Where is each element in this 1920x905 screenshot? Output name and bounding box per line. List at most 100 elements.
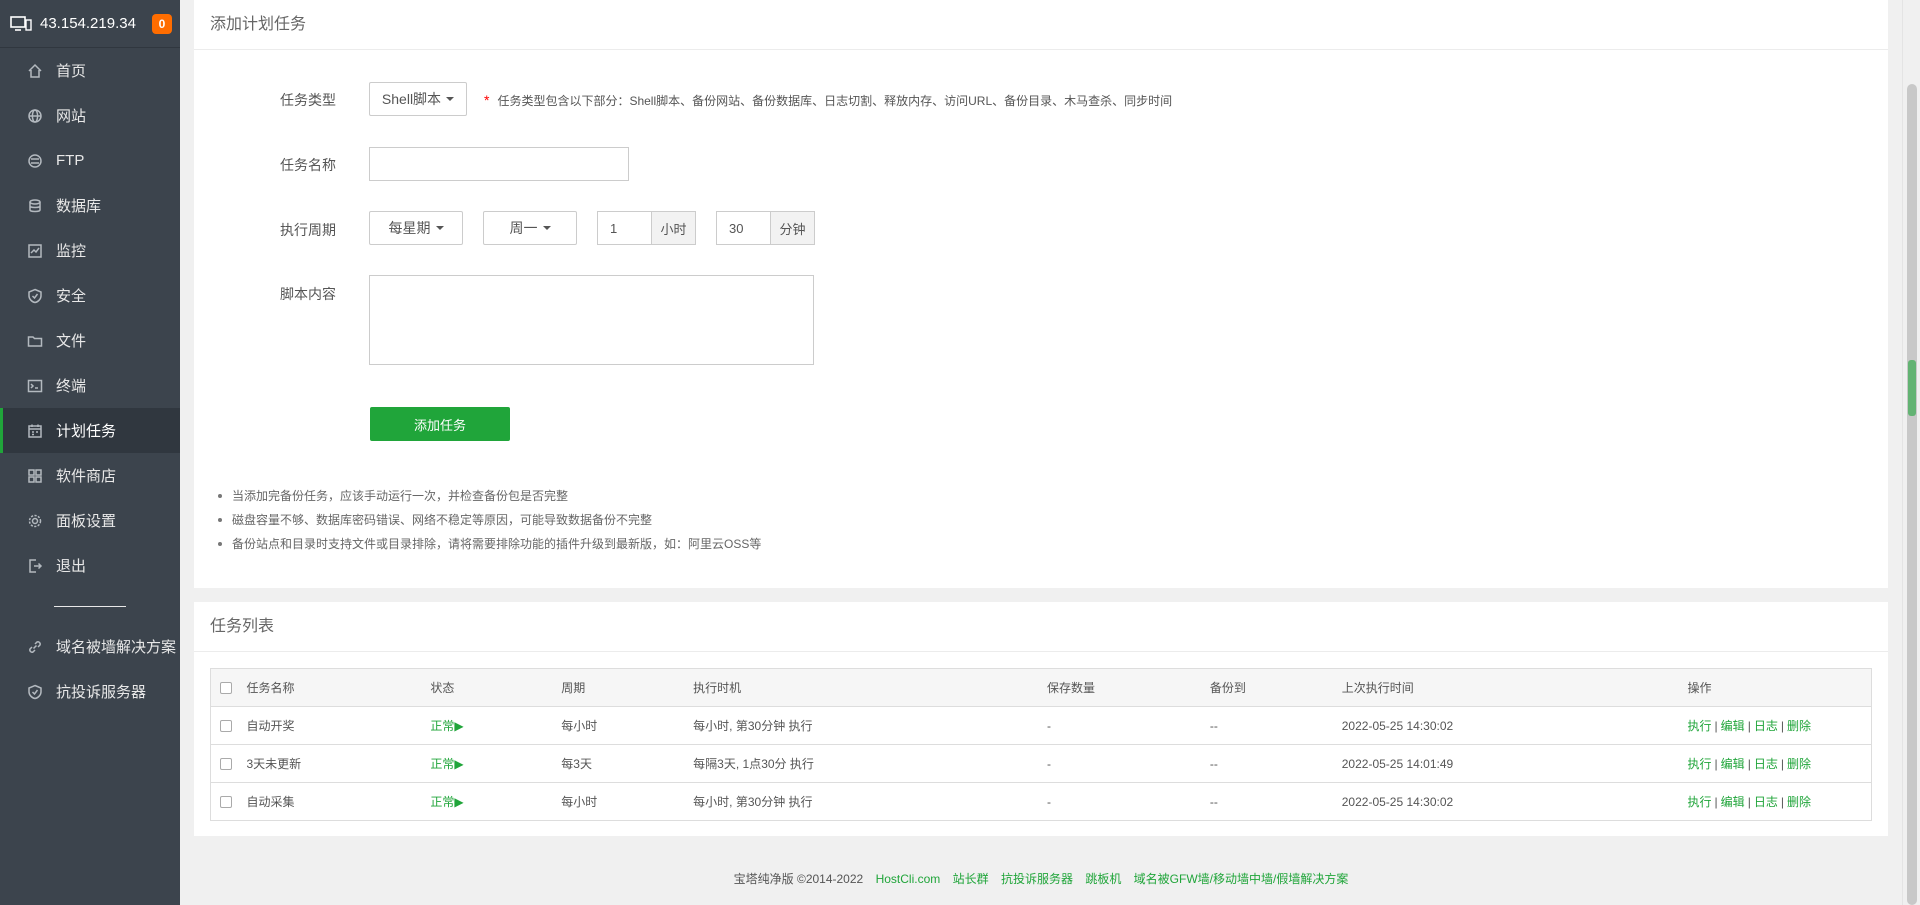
checkbox-icon[interactable] (220, 720, 232, 733)
tip-item: 备份站点和目录时支持文件或目录排除，请将需要排除功能的插件升级到最新版，如：阿里… (216, 532, 761, 556)
sidebar-divider (0, 588, 180, 624)
calendar-icon (26, 422, 44, 440)
delete-link[interactable]: 删除 (1787, 719, 1811, 733)
sidebar-item-label: 首页 (56, 63, 87, 80)
cycle-cell: 每3天 (561, 744, 694, 783)
sidebar-item-label: 计划任务 (56, 423, 117, 440)
log-link[interactable]: 日志 (1754, 757, 1778, 771)
server-host: 43.154.219.34 0 (0, 0, 180, 48)
sidebar-item[interactable]: 软件商店 (0, 453, 180, 498)
sidebar-item[interactable]: 网站 (0, 93, 180, 138)
checkbox-icon[interactable] (220, 682, 232, 695)
link-icon (26, 638, 44, 656)
sidebar-item-label: 网站 (56, 108, 87, 125)
footer: 宝塔纯净版 ©2014-2022 HostCli.com 站长群 抗投诉服务器 … (180, 870, 1902, 887)
add-task-button[interactable]: 添加任务 (370, 407, 510, 441)
op-separator: | (1747, 795, 1751, 809)
footer-link[interactable]: HostCli.com (876, 872, 941, 886)
column-header: 周期 (561, 668, 694, 707)
sidebar-item-label: 终端 (56, 378, 87, 395)
sidebar-item[interactable]: 首页 (0, 48, 180, 93)
footer-link[interactable]: 域名被GFW墙/移动墙中墙/假墙解决方案 (1134, 872, 1349, 886)
select-all-checkbox[interactable] (210, 668, 247, 707)
row-checkbox-cell[interactable] (210, 782, 247, 821)
monitor-icon (10, 15, 32, 31)
sidebar-item[interactable]: FTP (0, 138, 180, 183)
script-textarea[interactable] (369, 275, 814, 365)
task-name-cell: 自动采集 (246, 782, 431, 821)
task-list-title: 任务列表 (194, 602, 1888, 652)
page-scrollbar[interactable] (1902, 0, 1920, 905)
cycle-cell: 每小时 (561, 782, 694, 821)
hour-unit: 小时 (652, 211, 696, 245)
row-checkbox-cell[interactable] (210, 744, 247, 783)
sidebar-item-label: 文件 (56, 333, 87, 350)
last-run-cell: 2022-05-25 14:30:02 (1341, 782, 1688, 821)
status-cell[interactable]: 正常▶ (430, 782, 562, 821)
delete-link[interactable]: 删除 (1787, 757, 1811, 771)
sidebar-item[interactable]: 域名被墙解决方案 (0, 624, 180, 669)
gear-icon (26, 512, 44, 530)
cycle-dropdown[interactable]: 每星期 (369, 211, 463, 245)
edit-link[interactable]: 编辑 (1721, 795, 1745, 809)
task-table: 任务名称 状态 周期 执行时机 保存数量 备份到 上次执行时间 操作 自动开奖正… (210, 668, 1872, 821)
sidebar-item[interactable]: 面板设置 (0, 498, 180, 543)
sidebar-item[interactable]: 退出 (0, 543, 180, 588)
run-link[interactable]: 执行 (1688, 719, 1712, 733)
task-name-cell: 自动开奖 (246, 706, 431, 745)
op-separator: | (1714, 757, 1718, 771)
footer-link[interactable]: 跳板机 (1085, 872, 1121, 886)
table-row: 3天未更新 正常▶ 每3天 每隔3天, 1点30分 执行 - -- 2022-05-25 1… (210, 744, 1872, 783)
sidebar-item[interactable]: 终端 (0, 363, 180, 408)
op-separator: | (1780, 795, 1784, 809)
run-link[interactable]: 执行 (1688, 795, 1712, 809)
sidebar-item[interactable]: 安全 (0, 273, 180, 318)
row-checkbox-cell[interactable] (210, 706, 247, 745)
op-separator: | (1747, 719, 1751, 733)
op-separator: | (1780, 719, 1784, 733)
checkbox-icon[interactable] (220, 796, 232, 809)
log-link[interactable]: 日志 (1754, 719, 1778, 733)
script-label: 脚本内容 (280, 286, 336, 302)
main-content: 添加计划任务 任务类型 Shell脚本 * 任务类型包含以下部分：Shell脚本、… (180, 0, 1902, 905)
minute-input[interactable] (716, 211, 771, 245)
sidebar-item[interactable]: 监控 (0, 228, 180, 273)
task-type-value: Shell脚本 (381, 91, 442, 107)
task-type-dropdown[interactable]: Shell脚本 (369, 82, 467, 116)
run-link[interactable]: 执行 (1688, 757, 1712, 771)
column-header: 操作 (1687, 668, 1872, 707)
last-run-cell: 2022-05-25 14:01:49 (1341, 744, 1688, 783)
add-task-title: 添加计划任务 (194, 0, 1888, 50)
sidebar-item[interactable]: 数据库 (0, 183, 180, 228)
weekday-dropdown[interactable]: 周一 (483, 211, 577, 245)
edit-link[interactable]: 编辑 (1721, 757, 1745, 771)
sidebar-item-label: 面板设置 (56, 513, 117, 530)
tip-item: 磁盘容量不够、数据库密码错误、网络不稳定等原因，可能导致数据备份不完整 (216, 508, 761, 532)
last-run-cell: 2022-05-25 14:30:02 (1341, 706, 1688, 745)
globe-icon (26, 107, 44, 125)
sidebar-item[interactable]: 文件 (0, 318, 180, 363)
task-type-hint: * 任务类型包含以下部分：Shell脚本、备份网站、备份数据库、日志切割、释放内存… (484, 92, 1172, 109)
scrollbar-thumb[interactable] (1907, 84, 1917, 905)
sidebar-item[interactable]: 计划任务 (0, 408, 180, 453)
checkbox-icon[interactable] (220, 758, 232, 771)
op-separator: | (1747, 757, 1751, 771)
delete-link[interactable]: 删除 (1787, 795, 1811, 809)
footer-link[interactable]: 抗投诉服务器 (1001, 872, 1073, 886)
log-link[interactable]: 日志 (1754, 795, 1778, 809)
footer-link[interactable]: 站长群 (953, 872, 989, 886)
task-list-panel: 任务列表 任务名称 状态 周期 执行时机 保存数量 备份到 上次执行时间 操作 … (194, 602, 1888, 836)
backup-to-cell: -- (1209, 744, 1342, 783)
edit-link[interactable]: 编辑 (1721, 719, 1745, 733)
task-name-input[interactable] (369, 147, 629, 181)
notification-badge[interactable]: 0 (152, 13, 172, 34)
status-cell[interactable]: 正常▶ (430, 706, 562, 745)
sidebar-item[interactable]: 抗投诉服务器 (0, 669, 180, 714)
ftp-icon (26, 152, 44, 170)
hour-input[interactable] (597, 211, 652, 245)
cycle-label: 执行周期 (280, 222, 336, 238)
footer-copyright: 宝塔纯净版 ©2014-2022 (733, 872, 864, 886)
status-cell[interactable]: 正常▶ (430, 744, 562, 783)
sidebar-item-label: 数据库 (56, 198, 102, 215)
sidebar-item-label: 抗投诉服务器 (56, 684, 147, 701)
